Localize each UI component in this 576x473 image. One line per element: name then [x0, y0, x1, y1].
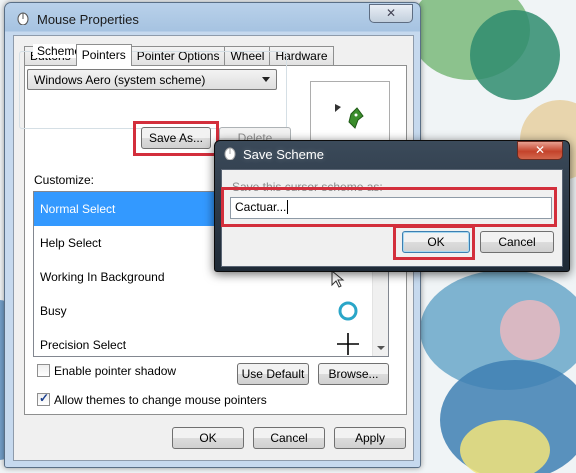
scroll-down-icon	[377, 346, 385, 350]
pointer-preview	[310, 81, 390, 147]
scheme-name-input[interactable]: Cactuar...	[230, 197, 552, 219]
tab-pointers[interactable]: Pointers	[75, 44, 132, 66]
working-cursor-icon	[331, 269, 345, 288]
mouse-icon	[17, 12, 29, 25]
text-caret	[287, 200, 289, 214]
save-as-button[interactable]: Save As...	[141, 127, 211, 149]
busy-cursor-icon	[338, 301, 358, 321]
cactuar-cursor-icon	[335, 104, 364, 129]
customize-label: Customize:	[34, 173, 95, 187]
dialog-close-button[interactable]: ✕	[517, 141, 563, 160]
enable-shadow-label: Enable pointer shadow	[54, 364, 177, 378]
window-title: Mouse Properties	[37, 12, 139, 27]
dialog-ok-button[interactable]: OK	[402, 231, 470, 253]
dialog-title: Save Scheme	[243, 147, 324, 162]
cancel-button[interactable]: Cancel	[253, 427, 325, 449]
crosshair-icon	[337, 333, 359, 355]
scheme-select[interactable]: Windows Aero (system scheme)	[27, 69, 277, 90]
list-item[interactable]: Precision Select	[34, 328, 374, 356]
scheme-group	[19, 51, 287, 129]
save-prompt-label: Save this cursor scheme as:	[232, 180, 383, 194]
close-icon: ✕	[534, 143, 546, 157]
title-bar: Mouse Properties ✕	[5, 3, 420, 33]
scheme-value: Windows Aero (system scheme)	[34, 73, 206, 87]
dialog-cancel-button[interactable]: Cancel	[480, 231, 554, 253]
dialog-body: Save this cursor scheme as: Cactuar... O…	[221, 169, 563, 267]
apply-button[interactable]: Apply	[334, 427, 406, 449]
chevron-down-icon	[262, 77, 270, 82]
list-item[interactable]: Busy	[34, 294, 374, 328]
close-icon: ✕	[385, 6, 397, 20]
mouse-icon	[224, 147, 236, 160]
browse-button[interactable]: Browse...	[318, 363, 389, 385]
ok-button[interactable]: OK	[172, 427, 244, 449]
scheme-name-value: Cactuar...	[235, 200, 287, 214]
allow-themes-checkbox[interactable]	[37, 391, 50, 406]
allow-themes-label: Allow themes to change mouse pointers	[54, 393, 267, 407]
save-scheme-dialog: Save Scheme ✕ Save this cursor scheme as…	[214, 140, 570, 272]
close-button[interactable]: ✕	[369, 4, 413, 23]
use-default-button[interactable]: Use Default	[237, 363, 309, 385]
enable-shadow-checkbox[interactable]	[37, 364, 50, 377]
